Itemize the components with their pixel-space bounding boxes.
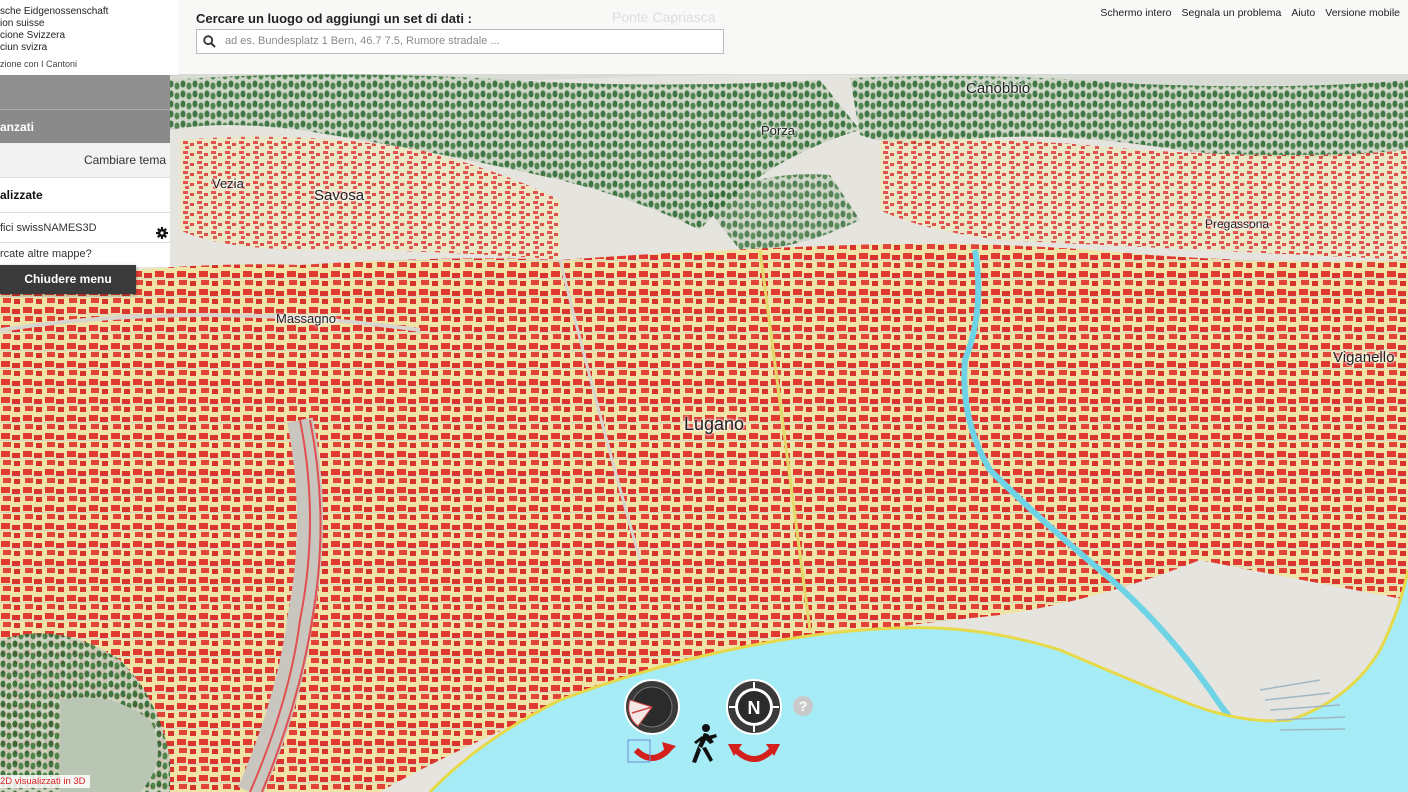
- search-box[interactable]: [196, 29, 727, 54]
- place-label: Lugano: [684, 414, 745, 434]
- fullscreen-link[interactable]: Schermo intero: [1100, 7, 1171, 19]
- change-theme-button[interactable]: Cambiare tema: [0, 143, 170, 178]
- top-links: Schermo intero Segnala un problema Aiuto…: [1100, 7, 1400, 19]
- more-maps-label: rcate altre mappe?: [0, 248, 92, 260]
- layer-item-swissnames3d[interactable]: fici swissNAMES3D: [0, 213, 170, 243]
- logo-line-1: sche Eidgenossenschaft: [0, 6, 109, 17]
- advanced-tools-label: anzati: [0, 120, 35, 134]
- sidebar-advanced-tools[interactable]: anzati: [0, 109, 170, 143]
- 3d-notice: 2D visualizzati in 3D: [0, 775, 90, 788]
- logo-line-3: cione Svizzera: [0, 30, 66, 41]
- sidebar-header-row[interactable]: [0, 75, 170, 109]
- place-label: Savosa: [314, 187, 365, 204]
- place-label: Ponte Capriasca: [612, 9, 716, 25]
- report-problem-link[interactable]: Segnala un problema: [1182, 7, 1282, 19]
- change-theme-label: Cambiare tema: [83, 153, 166, 167]
- tilt-control[interactable]: [620, 678, 684, 770]
- more-maps-link[interactable]: rcate altre mappe?: [0, 243, 170, 267]
- logo-line-4: ciun svizra: [0, 42, 48, 53]
- logo-cantons: zione con I Cantoni: [0, 59, 78, 69]
- help-link[interactable]: Aiuto: [1291, 7, 1315, 19]
- search-label: Cercare un luogo od aggiungi un set di d…: [196, 11, 472, 26]
- place-label: Pregassona: [1205, 217, 1270, 231]
- search-icon[interactable]: [197, 30, 221, 53]
- help-icon[interactable]: ?: [793, 696, 813, 716]
- place-label: Vezia: [212, 176, 244, 191]
- place-label: Porza: [761, 123, 795, 138]
- logo-line-2: ion suisse: [0, 18, 45, 29]
- place-label: Viganello: [1333, 349, 1395, 366]
- place-label: Massagno: [276, 311, 336, 326]
- search-input[interactable]: [221, 30, 727, 51]
- compass-control[interactable]: N: [722, 678, 786, 770]
- visualized-maps-label: alizzate: [0, 188, 43, 202]
- mobile-version-link[interactable]: Versione mobile: [1325, 7, 1400, 19]
- 3d-map-view[interactable]: [0, 0, 1408, 792]
- federal-logo[interactable]: sche Eidgenossenschaft ion suisse cione …: [0, 0, 178, 76]
- close-menu-button[interactable]: Chiudere menu: [0, 265, 136, 294]
- place-label: Canobbio: [966, 80, 1031, 97]
- visualized-maps-header[interactable]: alizzate: [0, 178, 170, 213]
- layer-name: fici swissNAMES3D: [0, 222, 97, 234]
- sidebar-menu: anzati Cambiare tema alizzate fici swiss…: [0, 75, 170, 267]
- gear-icon[interactable]: [156, 221, 168, 251]
- compass-north-label: N: [748, 698, 761, 718]
- pedestrian-icon[interactable]: [686, 722, 720, 766]
